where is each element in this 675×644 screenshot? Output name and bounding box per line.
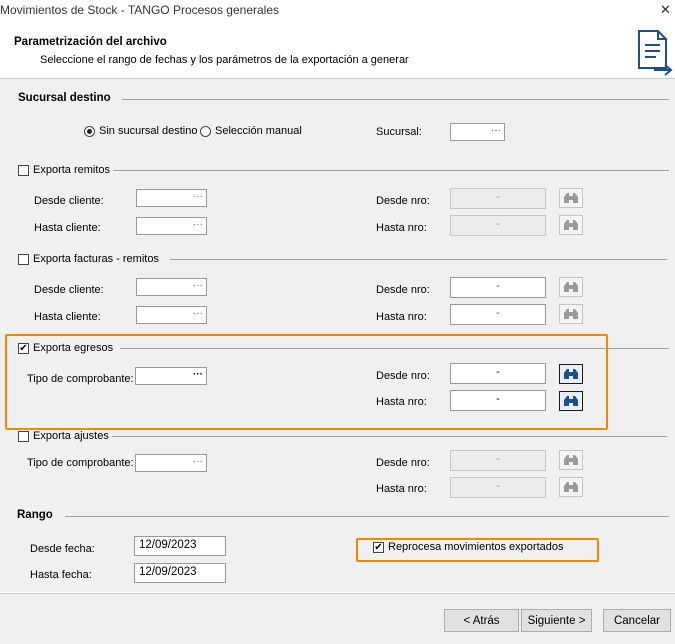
- nro-value: -: [496, 280, 500, 292]
- radio-sin-sucursal-label[interactable]: Sin sucursal destino: [99, 125, 197, 137]
- exporta-remitos-checkbox[interactable]: [18, 165, 29, 176]
- radio-sin-sucursal[interactable]: [84, 126, 95, 137]
- lookup-icon[interactable]: ···: [193, 191, 203, 202]
- binoculars-button[interactable]: [559, 477, 583, 497]
- remitos-desde-nro-input[interactable]: -: [450, 188, 546, 209]
- remitos-hasta-cliente-input[interactable]: ···: [136, 217, 207, 235]
- ajustes-tipo-input[interactable]: ···: [135, 454, 207, 472]
- binoculars-button[interactable]: [559, 215, 583, 235]
- remitos-hasta-cliente-label: Hasta cliente:: [34, 222, 101, 234]
- exporta-remitos-label[interactable]: Exporta remitos: [33, 164, 110, 176]
- nro-value: -: [496, 453, 500, 465]
- desde-fecha-label: Desde fecha:: [30, 543, 95, 555]
- hasta-fecha-value: 12/09/2023: [139, 566, 197, 578]
- nro-value: -: [496, 480, 500, 492]
- remitos-desde-nro-label: Desde nro:: [376, 195, 430, 207]
- page-title: Parametrización del archivo: [14, 36, 167, 48]
- remitos-desde-cliente-label: Desde cliente:: [34, 195, 104, 207]
- highlight-egresos: [5, 334, 608, 430]
- remitos-hasta-nro-input[interactable]: -: [450, 215, 546, 236]
- facturas-hasta-cliente-label: Hasta cliente:: [34, 311, 101, 323]
- page-subtitle: Seleccione el rango de fechas y los pará…: [40, 54, 409, 66]
- binoculars-icon: [564, 454, 578, 465]
- binoculars-button[interactable]: [559, 450, 583, 470]
- section-rango: Rango: [17, 509, 53, 521]
- divider: [112, 436, 667, 437]
- back-button[interactable]: < Atrás: [444, 609, 519, 632]
- lookup-icon[interactable]: ···: [193, 280, 203, 291]
- hasta-fecha-input[interactable]: 12/09/2023: [134, 563, 226, 583]
- divider: [170, 259, 667, 260]
- binoculars-icon: [564, 481, 578, 492]
- desde-fecha-input[interactable]: 12/09/2023: [134, 536, 226, 556]
- exporta-ajustes-checkbox[interactable]: [18, 431, 29, 442]
- binoculars-icon: [564, 219, 578, 230]
- sucursal-label: Sucursal:: [376, 126, 422, 138]
- export-document-icon: [638, 30, 673, 76]
- highlight-reprocesa: [356, 538, 599, 562]
- remitos-desde-cliente-input[interactable]: ···: [136, 189, 207, 207]
- facturas-desde-nro-input[interactable]: -: [450, 277, 546, 298]
- ajustes-desde-nro-input[interactable]: -: [450, 450, 546, 471]
- hasta-fecha-label: Hasta fecha:: [30, 569, 92, 581]
- section-sucursal-destino: Sucursal destino: [18, 92, 111, 104]
- window-title: Movimientos de Stock - TANGO Procesos ge…: [0, 3, 279, 17]
- facturas-hasta-cliente-input[interactable]: ···: [136, 306, 207, 324]
- facturas-desde-cliente-label: Desde cliente:: [34, 284, 104, 296]
- facturas-desde-nro-label: Desde nro:: [376, 284, 430, 296]
- facturas-hasta-nro-input[interactable]: -: [450, 304, 546, 325]
- radio-seleccion-manual[interactable]: [200, 126, 211, 137]
- lookup-icon[interactable]: ···: [193, 308, 203, 319]
- exporta-ajustes-label[interactable]: Exporta ajustes: [33, 430, 109, 442]
- wizard-header: [0, 22, 675, 79]
- exporta-facturas-label[interactable]: Exporta facturas - remitos: [33, 253, 159, 265]
- lookup-icon[interactable]: ···: [491, 125, 501, 136]
- nro-value: -: [496, 191, 500, 203]
- exporta-facturas-checkbox[interactable]: [18, 254, 29, 265]
- divider: [65, 516, 669, 517]
- lookup-icon[interactable]: ···: [193, 456, 203, 467]
- nro-value: -: [496, 307, 500, 319]
- binoculars-button[interactable]: [559, 304, 583, 324]
- ajustes-tipo-label: Tipo de comprobante:: [27, 457, 134, 469]
- divider: [113, 170, 669, 171]
- cancel-button[interactable]: Cancelar: [603, 609, 671, 632]
- ajustes-hasta-nro-label: Hasta nro:: [376, 483, 427, 495]
- binoculars-button[interactable]: [559, 277, 583, 297]
- binoculars-button[interactable]: [559, 188, 583, 208]
- facturas-desde-cliente-input[interactable]: ···: [136, 278, 207, 296]
- binoculars-icon: [564, 281, 578, 292]
- ajustes-hasta-nro-input[interactable]: -: [450, 477, 546, 498]
- ajustes-desde-nro-label: Desde nro:: [376, 457, 430, 469]
- divider: [122, 99, 669, 100]
- binoculars-icon: [564, 192, 578, 203]
- lookup-icon[interactable]: ···: [193, 219, 203, 230]
- desde-fecha-value: 12/09/2023: [139, 539, 197, 551]
- remitos-hasta-nro-label: Hasta nro:: [376, 222, 427, 234]
- close-button[interactable]: ✕: [660, 2, 671, 18]
- radio-seleccion-manual-label[interactable]: Selección manual: [215, 125, 302, 137]
- facturas-hasta-nro-label: Hasta nro:: [376, 311, 427, 323]
- binoculars-icon: [564, 308, 578, 319]
- next-button[interactable]: Siguiente >: [521, 609, 592, 632]
- nro-value: -: [496, 218, 500, 230]
- sucursal-input[interactable]: ···: [450, 123, 505, 141]
